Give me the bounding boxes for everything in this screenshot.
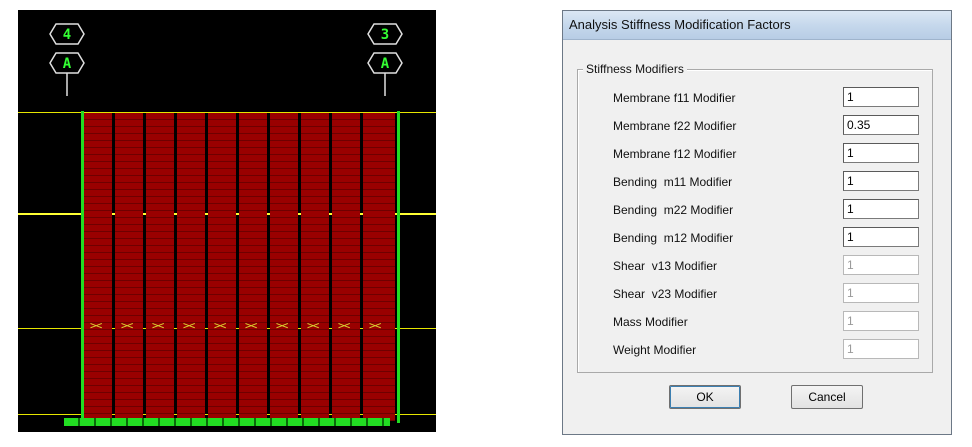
- wall-panel[interactable]: [301, 113, 329, 421]
- local-axis-mark: ><: [369, 319, 381, 332]
- membrane-f22-input[interactable]: [843, 115, 919, 135]
- local-axis-mark: ><: [338, 319, 350, 332]
- wall-panel[interactable]: [239, 113, 267, 421]
- membrane-f11-input[interactable]: [843, 87, 919, 107]
- mass-modifier-input: [843, 311, 919, 331]
- field-row-shear-v13: Shear v13 Modifier: [563, 255, 953, 277]
- field-label: Bending m11 Modifier: [613, 175, 733, 189]
- field-row-membrane-f22: Membrane f22 Modifier: [563, 115, 953, 137]
- field-row-shear-v23: Shear v23 Modifier: [563, 283, 953, 305]
- wall-panel[interactable]: [177, 113, 205, 421]
- bending-m22-input[interactable]: [843, 199, 919, 219]
- local-axis-mark: ><: [121, 319, 133, 332]
- field-label: Membrane f12 Modifier: [613, 147, 737, 161]
- field-row-membrane-f12: Membrane f12 Modifier: [563, 143, 953, 165]
- grid-label-number: 3: [380, 27, 390, 43]
- wall-panel[interactable]: [84, 113, 112, 421]
- local-axis-mark: ><: [214, 319, 226, 332]
- dialog-title: Analysis Stiffness Modification Factors: [569, 17, 791, 32]
- wall-panel[interactable]: [115, 113, 143, 421]
- grid-label-number: 4: [62, 27, 72, 43]
- stiffness-modifiers-dialog: Analysis Stiffness Modification Factors …: [562, 10, 952, 435]
- local-axis-mark: ><: [276, 319, 288, 332]
- wall-panel[interactable]: [208, 113, 236, 421]
- field-label: Shear v13 Modifier: [613, 259, 718, 273]
- grid-bubble-4-a: 4 A: [42, 20, 124, 112]
- shear-v13-input: [843, 255, 919, 275]
- field-label: Mass Modifier: [613, 315, 688, 329]
- local-axis-mark: ><: [152, 319, 164, 332]
- grid-label-letter: A: [380, 56, 390, 72]
- field-row-weight: Weight Modifier: [563, 339, 953, 361]
- bending-m11-input[interactable]: [843, 171, 919, 191]
- column-line-left[interactable]: [81, 111, 84, 423]
- dialog-titlebar[interactable]: Analysis Stiffness Modification Factors: [563, 11, 951, 40]
- weight-modifier-input: [843, 339, 919, 359]
- bending-m12-input[interactable]: [843, 227, 919, 247]
- field-label: Bending m12 Modifier: [613, 231, 734, 245]
- field-row-bending-m12: Bending m12 Modifier: [563, 227, 953, 249]
- local-axis-mark: ><: [307, 319, 319, 332]
- model-viewport[interactable]: 4 A 3 A >< >< >< >< >< >< >< >< >< ><: [18, 10, 436, 432]
- wall-panel[interactable]: [146, 113, 174, 421]
- field-row-membrane-f11: Membrane f11 Modifier: [563, 87, 953, 109]
- field-label: Shear v23 Modifier: [613, 287, 718, 301]
- local-axis-mark: ><: [245, 319, 257, 332]
- field-label: Weight Modifier: [613, 343, 697, 357]
- cancel-button[interactable]: Cancel: [791, 385, 863, 409]
- grid-label-letter: A: [62, 56, 72, 72]
- base-supports[interactable]: [64, 418, 390, 426]
- field-label: Bending m22 Modifier: [613, 203, 734, 217]
- group-label: Stiffness Modifiers: [583, 62, 687, 76]
- field-label: Membrane f22 Modifier: [613, 119, 737, 133]
- field-row-mass: Mass Modifier: [563, 311, 953, 333]
- shear-v23-input: [843, 283, 919, 303]
- local-axis-mark: ><: [183, 319, 195, 332]
- field-row-bending-m11: Bending m11 Modifier: [563, 171, 953, 193]
- grid-bubble-3-a: 3 A: [360, 20, 436, 112]
- field-label: Membrane f11 Modifier: [613, 91, 736, 105]
- wall-panel[interactable]: [332, 113, 360, 421]
- wall-panel[interactable]: [270, 113, 298, 421]
- membrane-f12-input[interactable]: [843, 143, 919, 163]
- field-row-bending-m22: Bending m22 Modifier: [563, 199, 953, 221]
- column-line-right[interactable]: [397, 111, 400, 423]
- wall-panel[interactable]: [363, 113, 395, 421]
- ok-button[interactable]: OK: [669, 385, 741, 409]
- local-axis-mark: ><: [90, 319, 102, 332]
